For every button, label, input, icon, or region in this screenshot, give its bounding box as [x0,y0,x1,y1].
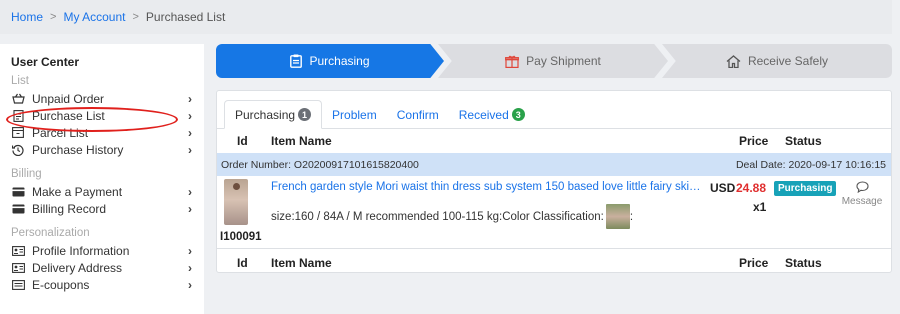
sidebar-item-unpaid-order[interactable]: Unpaid Order › [0,90,204,107]
history-icon [11,144,25,156]
breadcrumb: Home > My Account > Purchased List [0,0,892,34]
chevron-right-icon: › [188,260,192,275]
breadcrumb-home[interactable]: Home [11,10,43,24]
card-icon [11,203,25,215]
chevron-right-icon: › [188,243,192,258]
item-spec-suffix: : [629,210,634,223]
sidebar-item-e-coupons[interactable]: E-coupons › [0,276,204,293]
sidebar-item-profile-information[interactable]: Profile Information › [0,242,204,259]
sidebar-section-personalization: Personalization [11,227,90,239]
breadcrumb-separator: > [132,11,139,23]
sidebar: User Center List Unpaid Order › Purchase… [0,44,204,314]
chevron-right-icon: › [188,142,192,157]
item-title-link[interactable]: French garden style Mori waist thin dres… [271,181,704,193]
sidebar-item-parcel-list[interactable]: Parcel List › [0,124,204,141]
chevron-right-icon: › [188,277,192,292]
breadcrumb-separator: > [50,11,57,23]
sidebar-item-purchase-history[interactable]: Purchase History › [0,141,204,158]
tab-problem[interactable]: Problem [322,100,387,129]
order-header-bar: Order Number: O20200917101615820400 Deal… [217,153,891,176]
column-price: Price [739,256,769,270]
item-spec: size:160 / 84A / M recommended 100-115 k… [271,204,633,229]
status-badge: Purchasing [774,181,837,196]
chevron-right-icon: › [188,108,192,123]
table-row: I100091 French garden style Mori waist t… [217,176,891,248]
step-purchasing: Purchasing [216,44,444,78]
column-status: Status [785,134,822,148]
address-card-icon [11,262,25,274]
column-status: Status [785,256,822,270]
sidebar-item-delivery-address[interactable]: Delivery Address › [0,259,204,276]
count-badge: 1 [298,108,312,121]
document-icon [11,109,25,122]
id-card-icon [11,245,25,257]
step-receive-safely: Receive Safely [662,44,892,78]
order-number: Order Number: O20200917101615820400 [221,158,419,171]
step-label: Purchasing [309,54,370,68]
sidebar-item-label: Purchase History [32,142,124,157]
sidebar-item-label: E-coupons [32,277,90,292]
tab-label: Confirm [396,107,439,122]
column-price: Price [739,134,769,148]
coupon-icon [11,279,25,291]
tab-label: Problem [332,107,377,122]
message-button[interactable]: Message [837,181,887,207]
orders-panel: Purchasing 1 Problem Confirm Received 3 … [216,90,892,273]
card-icon [11,186,25,198]
column-item-name: Item Name [271,134,332,148]
clipboard-icon [290,54,303,68]
table-header: Id Item Name Price Status [217,129,891,153]
chevron-right-icon: › [188,184,192,199]
column-id: Id [237,256,248,270]
breadcrumb-my-account[interactable]: My Account [63,10,125,24]
sidebar-item-label: Billing Record [32,201,107,216]
message-label: Message [841,196,883,207]
sidebar-item-label: Parcel List [32,125,89,140]
tab-purchasing[interactable]: Purchasing 1 [224,100,323,129]
chat-bubble-icon [855,181,869,195]
item-spec-text: size:160 / 84A / M recommended 100-115 k… [271,210,604,223]
sidebar-item-purchase-list[interactable]: Purchase List › [0,107,204,124]
chevron-right-icon: › [188,201,192,216]
sidebar-item-label: Unpaid Order [32,91,105,106]
breadcrumb-current: Purchased List [145,10,226,24]
column-item-name: Item Name [271,256,332,270]
sidebar-item-label: Make a Payment [32,184,123,199]
color-swatch-thumbnail [605,204,630,229]
table-footer-header: Id Item Name Price Status [217,248,891,274]
sidebar-title: User Center [11,55,80,69]
price-value: 24.88 [736,181,767,195]
sidebar-item-make-payment[interactable]: Make a Payment › [0,183,204,200]
sidebar-section-list: List [11,75,29,87]
box-icon [11,127,25,139]
home-icon [726,54,741,68]
step-label: Receive Safely [747,54,829,68]
basket-icon [11,93,25,105]
order-tabs: Purchasing 1 Problem Confirm Received 3 [217,91,891,129]
sidebar-section-billing: Billing [11,168,42,180]
deal-date: Deal Date: 2020-09-17 10:16:15 [735,158,886,171]
tab-label: Received [458,107,509,122]
step-pay-shipment: Pay Shipment [438,44,668,78]
order-steps: Purchasing Pay Shipment Receive Safely [216,44,892,78]
column-id: Id [237,134,248,148]
step-label: Pay Shipment [526,54,601,68]
tab-confirm[interactable]: Confirm [387,100,449,129]
chevron-right-icon: › [188,125,192,140]
price-currency: USD [710,181,736,195]
sidebar-item-label: Purchase List [32,108,105,123]
item-id: I100091 [220,231,262,243]
count-badge: 3 [511,108,525,121]
chevron-right-icon: › [188,91,192,106]
sidebar-item-label: Profile Information [32,243,130,258]
product-thumbnail[interactable] [224,179,248,225]
tab-label: Purchasing [235,107,296,122]
tab-received[interactable]: Received 3 [449,100,535,129]
quantity: x1 [753,200,767,214]
sidebar-item-billing-record[interactable]: Billing Record › [0,200,204,217]
gift-icon [505,55,520,68]
sidebar-item-label: Delivery Address [32,260,123,275]
